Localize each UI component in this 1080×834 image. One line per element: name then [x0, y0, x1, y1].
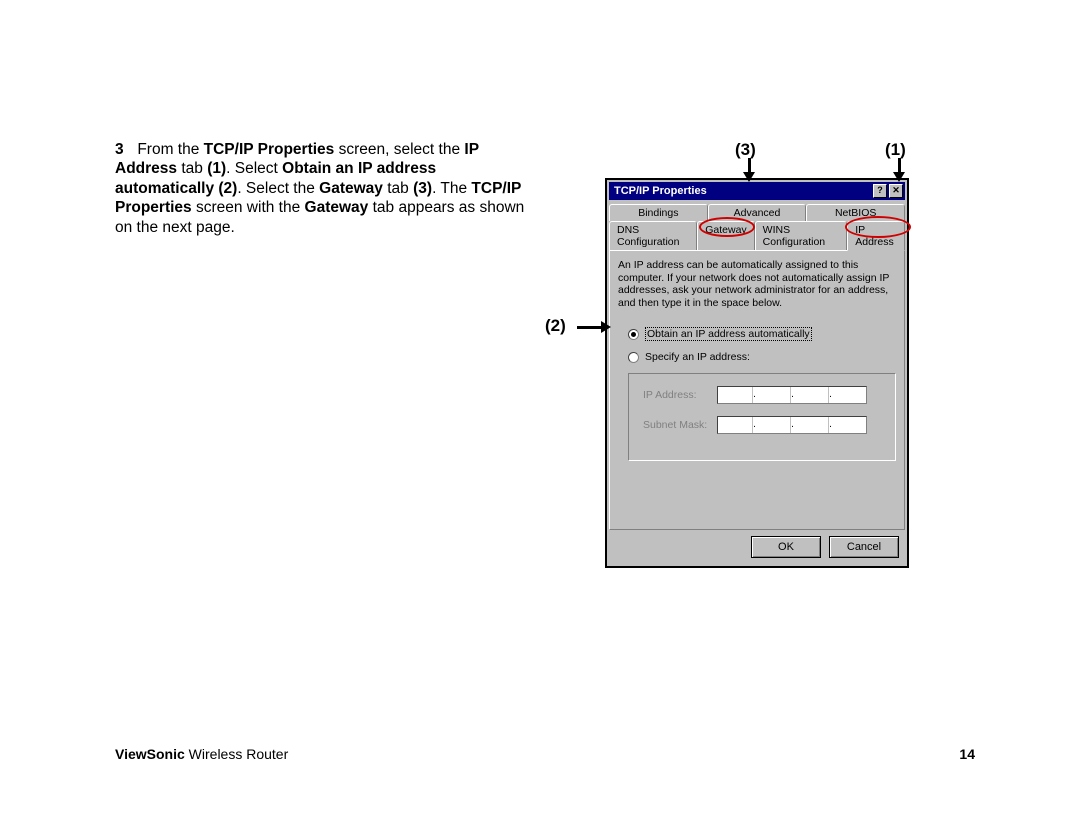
radio-auto-row[interactable]: Obtain an IP address automatically — [628, 327, 896, 341]
radio-group: Obtain an IP address automatically Speci… — [618, 327, 896, 461]
tcpip-dialog: TCP/IP Properties ? ✕ Bindings Advanced … — [607, 180, 907, 566]
titlebar: TCP/IP Properties ? ✕ — [609, 182, 905, 200]
tab-gateway[interactable]: Gateway — [697, 221, 754, 250]
ip-fields-panel: IP Address: ... Subnet Mask: ... — [628, 373, 896, 461]
tab-netbios[interactable]: NetBIOS — [806, 204, 905, 221]
instr-bold-3: (1) — [207, 160, 226, 177]
radio-auto-label: Obtain an IP address automatically — [645, 327, 812, 341]
manual-page: 3 From the TCP/IP Properties screen, sel… — [0, 0, 1080, 834]
tab-ip-address[interactable]: IP Address — [847, 221, 905, 251]
footer-brand: ViewSonic — [115, 746, 185, 762]
subnet-mask-field[interactable]: ... — [717, 416, 867, 434]
content-row: 3 From the TCP/IP Properties screen, sel… — [115, 140, 975, 568]
callout-2: (2) — [545, 316, 566, 336]
arrow-down-3 — [743, 172, 755, 182]
tab-strip: Bindings Advanced NetBIOS DNS Configurat… — [609, 204, 905, 530]
arrow-right-2 — [601, 321, 611, 333]
page-number: 14 — [959, 746, 975, 762]
ip-address-row: IP Address: ... — [643, 386, 885, 404]
cancel-button[interactable]: Cancel — [829, 536, 899, 558]
footer-product: Wireless Router — [185, 746, 288, 762]
page-footer: ViewSonic Wireless Router 14 — [115, 746, 975, 762]
arrow-down-1 — [893, 172, 905, 182]
ip-description: An IP address can be automatically assig… — [618, 259, 896, 309]
instr-bold-5: Gateway — [319, 180, 383, 197]
tab-row-top: Bindings Advanced NetBIOS — [609, 204, 905, 221]
dialog-title: TCP/IP Properties — [611, 185, 871, 197]
tab-wins-configuration[interactable]: WINS Configuration — [755, 221, 848, 250]
ip-address-label: IP Address: — [643, 389, 717, 401]
subnet-mask-label: Subnet Mask: — [643, 419, 717, 431]
radio-specify-label: Specify an IP address: — [645, 351, 750, 363]
instr-bold-1: TCP/IP Properties — [204, 141, 335, 158]
tab-dns-configuration[interactable]: DNS Configuration — [609, 221, 697, 250]
step-number: 3 — [115, 140, 133, 159]
tab-bindings[interactable]: Bindings — [609, 204, 708, 221]
dialog-border: TCP/IP Properties ? ✕ Bindings Advanced … — [605, 178, 909, 568]
help-button[interactable]: ? — [873, 184, 887, 198]
callout-1: (1) — [885, 140, 906, 160]
subnet-mask-row: Subnet Mask: ... — [643, 416, 885, 434]
tab-row-bottom: DNS Configuration Gateway WINS Configura… — [609, 221, 905, 250]
radio-auto[interactable] — [628, 329, 639, 340]
tab-advanced[interactable]: Advanced — [708, 204, 807, 221]
instr-text-2: screen, select the — [334, 141, 464, 158]
instr-bold-8: Gateway — [305, 199, 369, 216]
callout-3: (3) — [735, 140, 756, 160]
radio-specify-row[interactable]: Specify an IP address: — [628, 351, 896, 363]
dialog-button-row: OK Cancel — [609, 530, 905, 564]
instr-text-4: . Select — [226, 160, 282, 177]
footer-left: ViewSonic Wireless Router — [115, 746, 288, 762]
instr-text-1: From the — [137, 141, 203, 158]
instr-text-6: tab — [383, 180, 413, 197]
instr-text-5: . Select the — [237, 180, 319, 197]
screenshot-area: (3) (1) (2) TCP/IP Properties ? ✕ — [595, 140, 975, 568]
ip-address-field[interactable]: ... — [717, 386, 867, 404]
instr-bold-6: (3) — [413, 180, 432, 197]
instr-text-3: tab — [177, 160, 207, 177]
tab-panel: An IP address can be automatically assig… — [609, 250, 905, 530]
ok-button[interactable]: OK — [751, 536, 821, 558]
instruction-paragraph: 3 From the TCP/IP Properties screen, sel… — [115, 140, 595, 237]
instr-text-8: screen with the — [192, 199, 305, 216]
radio-specify[interactable] — [628, 352, 639, 363]
close-button[interactable]: ✕ — [889, 184, 903, 198]
instr-text-7: . The — [432, 180, 471, 197]
